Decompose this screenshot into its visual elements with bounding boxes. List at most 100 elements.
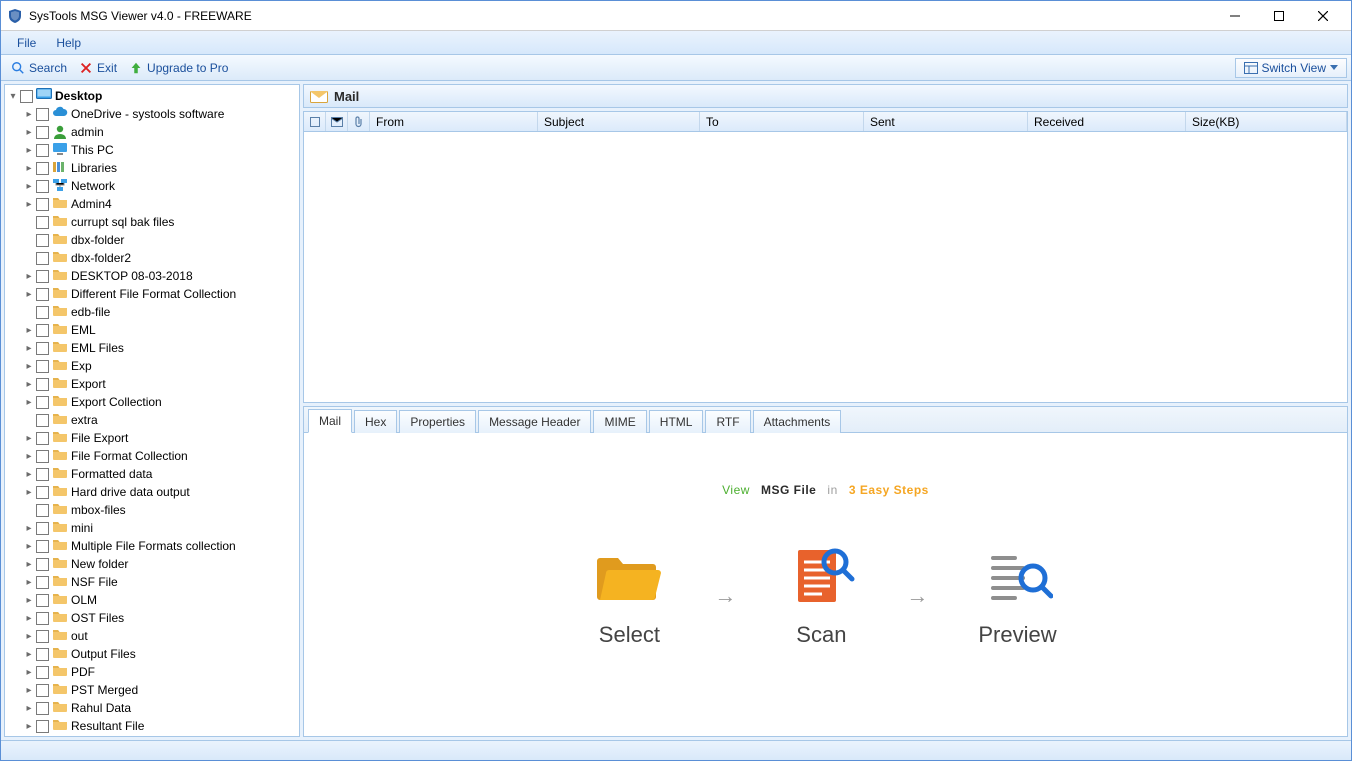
tree-node[interactable]: ▸File Format Collection <box>5 447 299 465</box>
close-button[interactable] <box>1301 2 1345 30</box>
tab-properties[interactable]: Properties <box>399 410 476 433</box>
tree-expand-icon[interactable]: ▸ <box>23 163 35 174</box>
tree-node[interactable]: ▸Multiple File Formats collection <box>5 537 299 555</box>
tree-expand-icon[interactable]: ▸ <box>23 289 35 300</box>
tab-rtf[interactable]: RTF <box>705 410 750 433</box>
tree-checkbox[interactable] <box>36 162 49 175</box>
tree-expand-icon[interactable]: ▸ <box>23 685 35 696</box>
tree-node[interactable]: ▸Resultant File <box>5 717 299 735</box>
tree-expand-icon[interactable]: ▸ <box>23 181 35 192</box>
tree-node[interactable]: ▸Formatted data <box>5 465 299 483</box>
col-read-icon[interactable] <box>326 112 348 131</box>
tree-checkbox[interactable] <box>36 342 49 355</box>
search-button[interactable]: Search <box>5 59 73 77</box>
col-subject[interactable]: Subject <box>538 112 700 131</box>
mail-list-body[interactable] <box>304 132 1347 402</box>
tree-checkbox[interactable] <box>36 684 49 697</box>
maximize-button[interactable] <box>1257 2 1301 30</box>
tree-checkbox[interactable] <box>36 522 49 535</box>
tree-expand-icon[interactable]: ▸ <box>23 145 35 156</box>
tree-node[interactable]: ▸mini <box>5 519 299 537</box>
tree-node[interactable]: ▸DESKTOP 08-03-2018 <box>5 267 299 285</box>
tree-expand-icon[interactable]: ▸ <box>23 577 35 588</box>
tree-expand-icon[interactable]: ▸ <box>23 361 35 372</box>
tree-checkbox[interactable] <box>36 414 49 427</box>
tree-node[interactable]: ▸OneDrive - systools software <box>5 105 299 123</box>
tree-node[interactable]: ▸dbx-folder2 <box>5 249 299 267</box>
col-to[interactable]: To <box>700 112 864 131</box>
col-attachment-icon[interactable] <box>348 112 370 131</box>
tree-checkbox[interactable] <box>36 630 49 643</box>
tree-node[interactable]: ▸mbox-files <box>5 501 299 519</box>
tree-checkbox[interactable] <box>36 144 49 157</box>
tree-checkbox[interactable] <box>36 558 49 571</box>
tree-node[interactable]: ▸Different File Format Collection <box>5 285 299 303</box>
tree-node[interactable]: ▸Exp <box>5 357 299 375</box>
tree-expand-icon[interactable]: ▸ <box>23 397 35 408</box>
tree-checkbox[interactable] <box>36 270 49 283</box>
tree-node[interactable]: ▸OST Files <box>5 609 299 627</box>
tree-expand-icon[interactable]: ▾ <box>7 91 19 102</box>
tree-checkbox[interactable] <box>36 126 49 139</box>
tree-node[interactable]: ▸Rahul Data <box>5 699 299 717</box>
tree-node[interactable]: ▸New folder <box>5 555 299 573</box>
tree-checkbox[interactable] <box>36 180 49 193</box>
tree-node[interactable]: ▸admin <box>5 123 299 141</box>
tree-checkbox[interactable] <box>36 648 49 661</box>
col-received[interactable]: Received <box>1028 112 1186 131</box>
tree-checkbox[interactable] <box>36 360 49 373</box>
tree-expand-icon[interactable]: ▸ <box>23 433 35 444</box>
menu-file[interactable]: File <box>7 33 46 53</box>
tree-checkbox[interactable] <box>36 234 49 247</box>
tree-node[interactable]: ▸OLM <box>5 591 299 609</box>
tree-checkbox[interactable] <box>36 378 49 391</box>
exit-button[interactable]: Exit <box>73 59 123 77</box>
tab-html[interactable]: HTML <box>649 410 704 433</box>
tree-expand-icon[interactable]: ▸ <box>23 127 35 138</box>
tree-node[interactable]: ▸EML Files <box>5 339 299 357</box>
tree-checkbox[interactable] <box>36 612 49 625</box>
tree-expand-icon[interactable]: ▸ <box>23 271 35 282</box>
folder-tree-panel[interactable]: ▾Desktop▸OneDrive - systools software▸ad… <box>4 84 300 737</box>
tree-node[interactable]: ▸extra <box>5 411 299 429</box>
tree-node[interactable]: ▸This PC <box>5 141 299 159</box>
tree-node[interactable]: ▸Export Collection <box>5 393 299 411</box>
tree-checkbox[interactable] <box>36 198 49 211</box>
tree-expand-icon[interactable]: ▸ <box>23 523 35 534</box>
tree-checkbox[interactable] <box>36 576 49 589</box>
tree-node[interactable]: ▸EML <box>5 321 299 339</box>
tree-checkbox[interactable] <box>36 108 49 121</box>
tab-hex[interactable]: Hex <box>354 410 397 433</box>
tree-node[interactable]: ▸Admin4 <box>5 195 299 213</box>
switch-view-button[interactable]: Switch View <box>1235 58 1347 78</box>
tree-expand-icon[interactable]: ▸ <box>23 631 35 642</box>
tree-node[interactable]: ▸Hard drive data output <box>5 483 299 501</box>
tree-expand-icon[interactable]: ▸ <box>23 541 35 552</box>
col-flag-icon[interactable] <box>304 112 326 131</box>
tree-expand-icon[interactable]: ▸ <box>23 559 35 570</box>
tree-checkbox[interactable] <box>36 450 49 463</box>
tree-checkbox[interactable] <box>36 666 49 679</box>
minimize-button[interactable] <box>1213 2 1257 30</box>
tree-node[interactable]: ▸Libraries <box>5 159 299 177</box>
tab-attachments[interactable]: Attachments <box>753 410 842 433</box>
tree-expand-icon[interactable]: ▸ <box>23 613 35 624</box>
tab-message-header[interactable]: Message Header <box>478 410 591 433</box>
tab-mime[interactable]: MIME <box>593 410 646 433</box>
tree-expand-icon[interactable]: ▸ <box>23 325 35 336</box>
tree-checkbox[interactable] <box>36 468 49 481</box>
tree-node[interactable]: ▸dbx-folder <box>5 231 299 249</box>
tab-mail[interactable]: Mail <box>308 409 352 433</box>
tree-checkbox[interactable] <box>36 720 49 733</box>
tree-checkbox[interactable] <box>36 288 49 301</box>
tree-checkbox[interactable] <box>36 216 49 229</box>
tree-node[interactable]: ▸NSF File <box>5 573 299 591</box>
upgrade-button[interactable]: Upgrade to Pro <box>123 59 234 77</box>
tree-node[interactable]: ▸Export <box>5 375 299 393</box>
tree-expand-icon[interactable]: ▸ <box>23 379 35 390</box>
tree-expand-icon[interactable]: ▸ <box>23 667 35 678</box>
tree-node[interactable]: ▸PST Merged <box>5 681 299 699</box>
tree-expand-icon[interactable]: ▸ <box>23 487 35 498</box>
col-sent[interactable]: Sent <box>864 112 1028 131</box>
tree-node[interactable]: ▸out <box>5 627 299 645</box>
